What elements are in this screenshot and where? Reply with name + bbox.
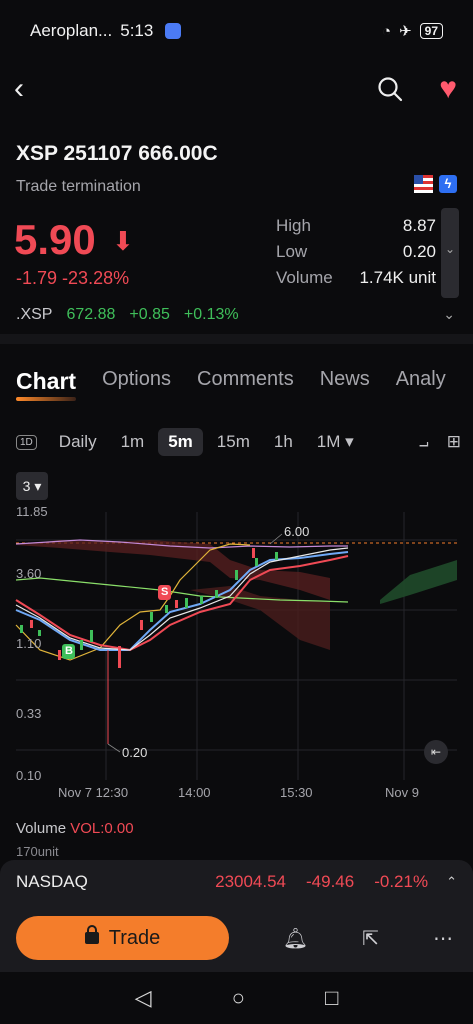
- interval-1m[interactable]: 1m: [121, 432, 145, 452]
- change-value: -1.79: [16, 268, 58, 288]
- status-time: 5:13: [120, 21, 154, 40]
- back-icon[interactable]: ‹: [14, 72, 24, 106]
- battery-icon: 97: [419, 23, 443, 39]
- chevron-down-icon[interactable]: ⌄: [443, 306, 455, 323]
- collapse-arrow-icon[interactable]: ⇤: [424, 740, 448, 764]
- underlying-change-pct: +0.13%: [183, 306, 239, 323]
- nav-home-icon[interactable]: ○: [232, 985, 245, 1011]
- y-tick-label: 0.33: [16, 706, 42, 721]
- trade-button-label: Trade: [108, 926, 161, 949]
- candlestick-icon[interactable]: ⨼: [419, 432, 429, 452]
- interval-selector: 1D Daily 1m 5m 15m 1h 1M ▾ ⨼ ⊞: [16, 428, 461, 456]
- x-tick-label: Nov 7 12:30: [58, 785, 129, 800]
- tab-chart[interactable]: Chart: [16, 368, 77, 401]
- top-nav: ‹ ♥: [0, 66, 473, 112]
- interval-more[interactable]: 1M ▾: [317, 432, 354, 452]
- favorite-heart-icon[interactable]: ♥: [439, 72, 457, 106]
- volume-title: Volume: [16, 820, 67, 837]
- index-ticker[interactable]: NASDAQ 23004.54 -49.46 -0.21% ⌃: [0, 860, 473, 904]
- price-change: -1.79 -23.28%: [16, 268, 129, 289]
- action-bar: Trade 🔔︎ ⇱ ⋯: [0, 904, 473, 972]
- high-value: 8.87: [402, 216, 436, 235]
- buy-marker-label: B: [65, 645, 73, 657]
- change-percent: -23.28%: [62, 268, 130, 288]
- index-name: NASDAQ: [16, 872, 88, 891]
- single-day-toggle-icon[interactable]: 1D: [16, 434, 37, 450]
- volume-value: 1.74K unit: [359, 268, 436, 287]
- volume-label: Volume: [276, 268, 333, 287]
- share-icon[interactable]: ⇱: [362, 926, 379, 951]
- index-change: -49.46: [306, 872, 355, 891]
- underlying-symbol: .XSP: [16, 306, 53, 323]
- indicator-count-dropdown[interactable]: 3 ▾: [16, 472, 48, 500]
- app-notification-icon: [165, 23, 182, 39]
- lock-icon: [84, 925, 99, 944]
- tab-analysis[interactable]: Analy: [396, 368, 446, 395]
- trade-button[interactable]: Trade: [16, 916, 229, 960]
- price-chart[interactable]: 11.85 3.60 1.10 0.33 0.10 6.00 0.20 B S …: [0, 500, 473, 810]
- price-alert-bell-icon[interactable]: 🔔︎: [283, 926, 308, 951]
- interval-1h[interactable]: 1h: [274, 432, 293, 452]
- status-app-name: Aeroplan...: [30, 21, 113, 40]
- grid-layout-icon[interactable]: ⊞: [447, 432, 461, 452]
- status-bar: Aeroplan... 5:13 ◔ ✈ 97: [0, 0, 473, 62]
- content-tabs: Chart Options Comments News Analy: [16, 368, 446, 401]
- system-nav-bar: ◁ ○ □: [0, 972, 473, 1024]
- market-badges: ϟ: [414, 175, 457, 193]
- sell-marker-label: S: [161, 586, 169, 598]
- y-tick-label: 0.10: [16, 768, 42, 783]
- x-tick-label: Nov 9: [385, 785, 419, 800]
- index-change-pct: -0.21%: [374, 872, 429, 891]
- search-icon[interactable]: [377, 76, 403, 102]
- interval-15m[interactable]: 15m: [217, 432, 250, 452]
- nav-recents-icon[interactable]: □: [325, 985, 338, 1011]
- down-arrow-icon: ⬇: [112, 226, 134, 256]
- contract-status: Trade termination: [16, 178, 141, 195]
- contract-title: XSP 251107 666.00C: [16, 142, 218, 165]
- interval-daily[interactable]: Daily: [59, 432, 97, 452]
- high-label: High: [276, 216, 311, 235]
- index-value: 23004.54: [215, 872, 287, 891]
- high-annotation: 6.00: [284, 524, 310, 539]
- x-tick-label: 15:30: [280, 785, 313, 800]
- airplane-icon: ✈: [399, 23, 412, 40]
- x-tick-label: 14:00: [178, 785, 211, 800]
- underlying-change: +0.85: [129, 306, 170, 323]
- underlying-quote[interactable]: .XSP 672.88 +0.85 +0.13%: [16, 306, 239, 324]
- y-tick-label: 11.85: [16, 504, 48, 519]
- wifi-icon: ◔: [382, 22, 392, 40]
- quote-stats: High 8.87 Low 0.20 Volume 1.74K unit: [276, 216, 436, 294]
- low-value: 0.20: [402, 242, 436, 261]
- low-label: Low: [276, 242, 308, 261]
- tab-comments[interactable]: Comments: [197, 368, 294, 395]
- lightning-icon: ϟ: [439, 175, 457, 193]
- stats-expand-chevron-icon[interactable]: ⌄: [441, 208, 459, 298]
- volume-axis-label: 170unit: [16, 844, 59, 859]
- volume-indicator: Volume VOL:0.00: [16, 820, 134, 837]
- low-annotation: 0.20: [122, 745, 148, 760]
- y-tick-label: 1.10: [16, 636, 42, 651]
- nav-back-icon[interactable]: ◁: [135, 985, 152, 1011]
- tab-options[interactable]: Options: [102, 368, 171, 395]
- us-flag-icon: [414, 175, 433, 193]
- interval-5m[interactable]: 5m: [158, 428, 203, 456]
- volume-indicator-value: VOL:0.00: [70, 820, 134, 837]
- more-options-icon[interactable]: ⋯: [433, 926, 453, 951]
- last-price: 5.90: [14, 216, 96, 263]
- chevron-up-icon[interactable]: ⌃: [446, 874, 457, 890]
- y-tick-label: 3.60: [16, 566, 42, 581]
- section-divider: [0, 334, 473, 344]
- tab-news[interactable]: News: [320, 368, 370, 395]
- underlying-price: 672.88: [66, 306, 116, 323]
